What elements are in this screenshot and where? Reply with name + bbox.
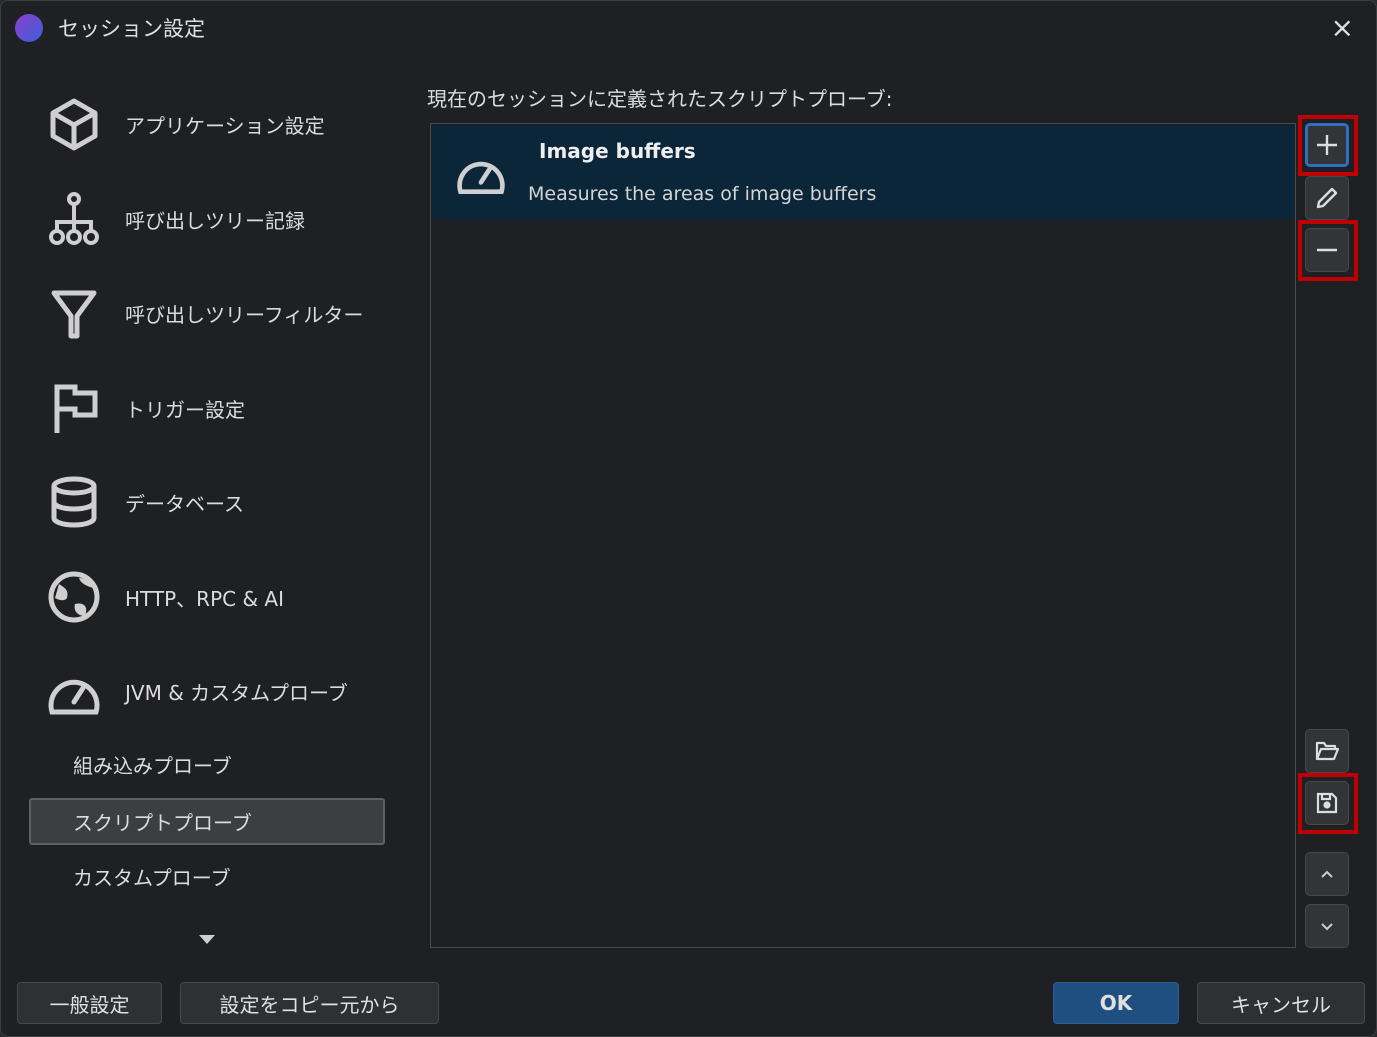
save-icon (1316, 792, 1338, 814)
edit-probe-button[interactable] (1305, 176, 1349, 220)
cancel-button[interactable]: キャンセル (1197, 982, 1365, 1024)
sidebar-item-label: JVM & カスタムプローブ (125, 680, 348, 705)
chevron-down-icon (1321, 923, 1333, 931)
globe-icon (48, 571, 100, 623)
remove-probe-button[interactable] (1305, 228, 1349, 272)
save-button[interactable] (1305, 781, 1349, 825)
session-settings-dialog: セッション設定 × アプリケーション設定 呼び出しツリー記録 呼び出しツリーフィ… (0, 0, 1377, 1037)
flag-icon (54, 384, 98, 433)
sidebar-item-trigger-settings[interactable]: トリガー設定 (45, 378, 415, 438)
close-button[interactable]: × (1331, 11, 1354, 44)
sidebar-item-application-settings[interactable]: アプリケーション設定 (45, 94, 415, 154)
probe-list-label: 現在のセッションに定義されたスクリプトプローブ: (427, 87, 893, 111)
dialog-title: セッション設定 (58, 17, 205, 41)
sidebar-item-label: データベース (125, 491, 244, 516)
ok-button[interactable]: OK (1053, 982, 1179, 1024)
probe-list[interactable]: Image buffers Measures the areas of imag… (430, 123, 1296, 948)
sidebar-item-label: HTTP、RPC & AI (125, 586, 284, 611)
probe-description: Measures the areas of image buffers (528, 183, 877, 205)
add-probe-button[interactable] (1305, 123, 1349, 167)
pencil-icon (1316, 187, 1338, 209)
scroll-down-arrow-icon[interactable] (199, 935, 215, 944)
sidebar-item-label: トリガー設定 (125, 397, 245, 422)
probe-title: Image buffers (539, 139, 696, 163)
sidebar-item-label: アプリケーション設定 (125, 113, 325, 138)
sidebar-item-call-tree-filter[interactable]: 呼び出しツリーフィルター (45, 283, 415, 343)
move-down-button[interactable] (1305, 904, 1349, 948)
open-button[interactable] (1305, 729, 1349, 773)
sidebar-item-label: 呼び出しツリーフィルター (125, 302, 364, 327)
plus-icon (1317, 135, 1337, 155)
gauge-icon (48, 679, 100, 715)
gauge-icon (457, 161, 505, 195)
move-up-button[interactable] (1305, 852, 1349, 896)
tree-icon (49, 192, 99, 245)
sidebar-subitem-custom-probes[interactable]: カスタムプローブ (29, 853, 385, 900)
copy-settings-button[interactable]: 設定をコピー元から (180, 982, 439, 1024)
minus-icon (1317, 248, 1337, 252)
cube-icon (50, 98, 98, 151)
sidebar-item-jvm-custom-probes[interactable]: JVM & カスタムプローブ (45, 661, 415, 721)
filter-icon (51, 290, 97, 339)
sidebar-subitem-builtin-probes[interactable]: 組み込みプローブ (29, 741, 385, 788)
chevron-up-icon (1321, 870, 1333, 878)
general-settings-button[interactable]: 一般設定 (17, 982, 162, 1024)
sidebar-subitem-script-probes[interactable]: スクリプトプローブ (29, 798, 385, 845)
sidebar-item-call-tree-recording[interactable]: 呼び出しツリー記録 (45, 189, 415, 249)
app-logo-icon (15, 14, 43, 42)
database-icon (51, 476, 97, 528)
probe-list-item[interactable]: Image buffers Measures the areas of imag… (432, 125, 1294, 219)
folder-open-icon (1315, 741, 1340, 761)
sidebar-item-label: 呼び出しツリー記録 (125, 208, 305, 233)
sidebar-item-http-rpc-ai[interactable]: HTTP、RPC & AI (45, 567, 415, 627)
sidebar-item-database[interactable]: データベース (45, 472, 415, 532)
